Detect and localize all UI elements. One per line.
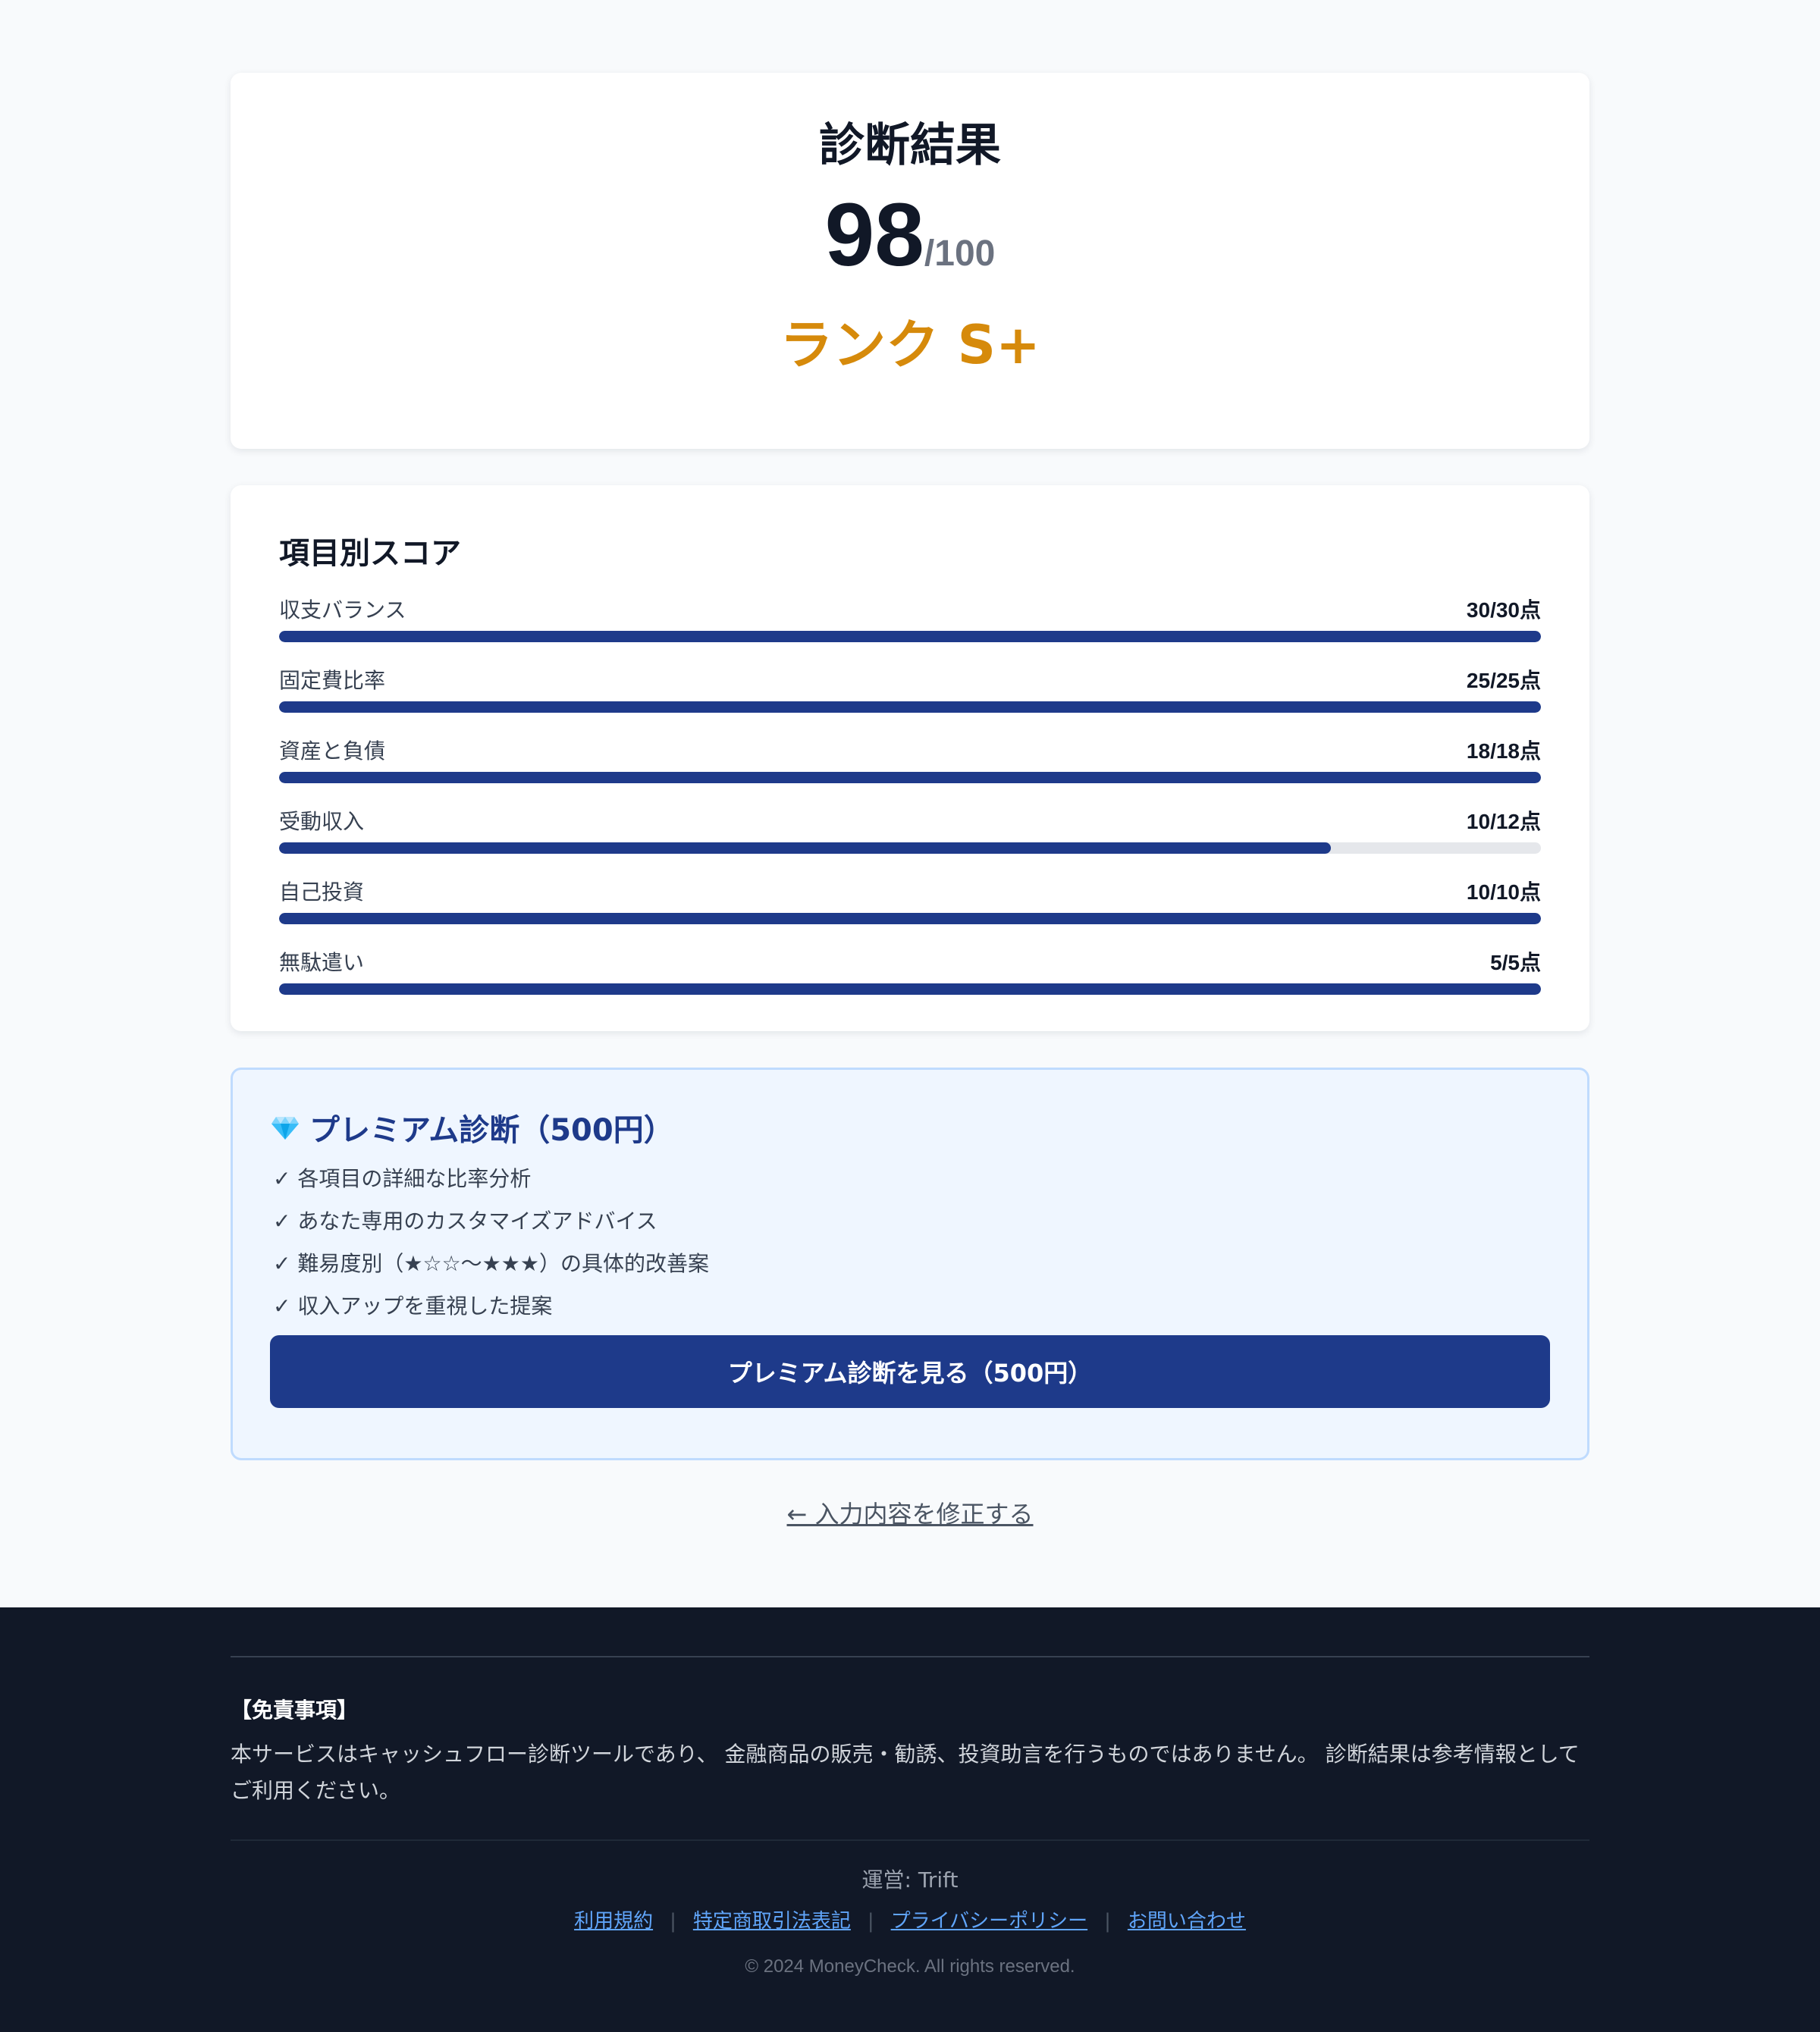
progress-bar <box>279 772 1541 783</box>
terms-link[interactable]: 利用規約 <box>574 1910 653 1933</box>
score-max: /100 <box>924 234 996 274</box>
main-content: 診断結果 98/100 ランク S+ 項目別スコア 収支バランス 30/30点 … <box>231 73 1589 1541</box>
score-label: 受動収入 <box>279 809 365 834</box>
operator-text: 運営: Trift <box>861 1867 959 1892</box>
score-value: 5/5点 <box>1490 951 1541 974</box>
progress-bar <box>279 983 1541 995</box>
score-row-fixed-cost-ratio: 固定費比率 25/25点 <box>279 665 1541 713</box>
disclaimer-text: 本サービスはキャッシュフロー診断ツールであり、 金融商品の販売・勧誘、投資助言を… <box>231 1742 1580 1803</box>
divider <box>231 1839 1589 1841</box>
disclaimer-title: 【免責事項】 <box>231 1698 359 1723</box>
progress-bar-fill <box>279 842 1331 854</box>
progress-bar-fill <box>279 983 1541 995</box>
link-separator: | <box>670 1910 676 1933</box>
privacy-policy-link[interactable]: プライバシーポリシー <box>891 1910 1087 1933</box>
progress-bar <box>279 701 1541 713</box>
link-separator: | <box>1104 1910 1111 1933</box>
premium-feature-list: ✓ 各項目の詳細な比率分析 ✓ あなた専用のカスタマイズアドバイス ✓ 難易度別… <box>270 1158 1550 1328</box>
progress-bar-fill <box>279 913 1541 924</box>
list-item: ✓ 難易度別（★☆☆〜★★★）の具体的改善案 <box>273 1251 709 1276</box>
divider <box>231 1656 1589 1657</box>
score-label: 固定費比率 <box>279 668 386 693</box>
list-item: ✓ 各項目の詳細な比率分析 <box>273 1166 532 1191</box>
premium-card: プレミアム診断（500円） ✓ 各項目の詳細な比率分析 ✓ あなた専用のカスタマ… <box>231 1068 1589 1460</box>
progress-bar <box>279 913 1541 924</box>
list-item: ✓ 収入アップを重視した提案 <box>273 1294 553 1319</box>
score-value: 18/18点 <box>1466 739 1541 763</box>
score-number: 98 <box>824 185 924 285</box>
gem-icon <box>270 1112 300 1143</box>
score-row-self-investment: 自己投資 10/10点 <box>279 876 1541 924</box>
premium-diagnosis-button[interactable]: プレミアム診断を見る（500円） <box>270 1335 1550 1408</box>
rank-label: ランク S+ <box>780 314 1040 376</box>
list-item: ✓ あなた専用のカスタマイズアドバイス <box>273 1209 657 1234</box>
edit-input-link[interactable]: ← 入力内容を修正する <box>787 1500 1034 1529</box>
footer-links: 利用規約 | 特定商取引法表記 | プライバシーポリシー | お問い合わせ <box>231 1906 1589 1936</box>
score-value: 10/12点 <box>1466 810 1541 833</box>
score-row-assets-liabilities: 資産と負債 18/18点 <box>279 735 1541 783</box>
score-value: 10/10点 <box>1466 880 1541 904</box>
total-score: 98/100 <box>231 188 1589 309</box>
commercial-law-link[interactable]: 特定商取引法表記 <box>693 1910 851 1933</box>
progress-bar-fill <box>279 631 1541 642</box>
score-row-waste: 無駄遣い 5/5点 <box>279 947 1541 995</box>
contact-link[interactable]: お問い合わせ <box>1128 1910 1246 1933</box>
premium-title: プレミアム診断（500円） <box>309 1113 674 1148</box>
category-scores-title: 項目別スコア <box>279 536 461 571</box>
score-value: 30/30点 <box>1466 598 1541 622</box>
link-separator: | <box>867 1910 874 1933</box>
progress-bar-fill <box>279 701 1541 713</box>
score-label: 無駄遣い <box>279 950 365 975</box>
result-title: 診断結果 <box>819 119 1001 172</box>
score-row-passive-income: 受動収入 10/12点 <box>279 806 1541 854</box>
score-label: 自己投資 <box>279 880 365 905</box>
progress-bar <box>279 631 1541 642</box>
score-value: 25/25点 <box>1466 669 1541 692</box>
footer: 【免責事項】 本サービスはキャッシュフロー診断ツールであり、 金融商品の販売・勧… <box>0 1607 1820 2032</box>
progress-bar <box>279 842 1541 854</box>
copyright: © 2024 MoneyCheck. All rights reserved. <box>745 1956 1075 1977</box>
score-label: 資産と負債 <box>279 738 386 764</box>
category-scores-card: 項目別スコア 収支バランス 30/30点 固定費比率 25/25点 資産と負債 … <box>231 485 1589 1031</box>
result-card: 診断結果 98/100 ランク S+ <box>231 73 1589 449</box>
score-row-income-balance: 収支バランス 30/30点 <box>279 594 1541 642</box>
progress-bar-fill <box>279 772 1541 783</box>
score-label: 収支バランス <box>279 597 406 622</box>
